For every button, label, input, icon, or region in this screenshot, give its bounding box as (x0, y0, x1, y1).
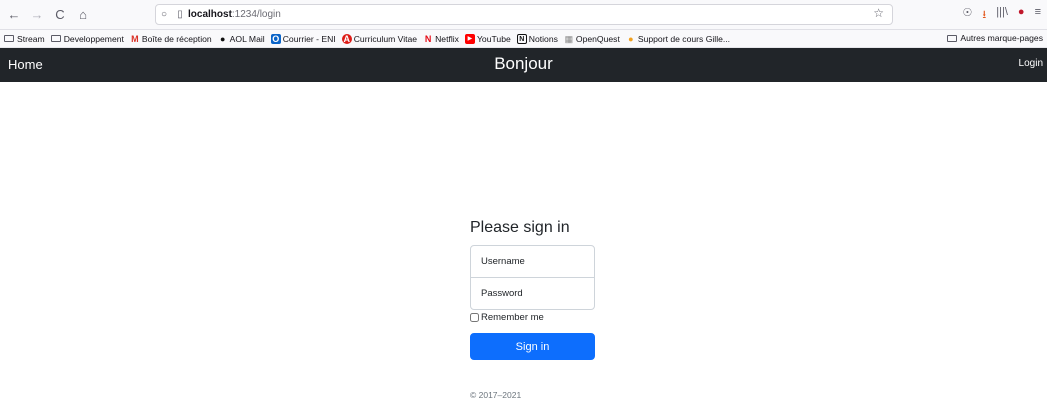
navbar-brand: Bonjour (494, 54, 553, 73)
bookmark-item[interactable]: A Curriculum Vitae (341, 33, 418, 44)
browser-toolbar: ← → C ⌂ ○ ▯ localhost:1234/login ☆ ☉ ⭳ |… (0, 0, 1047, 30)
bookmark-label: Courrier - ENI (282, 33, 336, 44)
bookmark-label: Developpement (63, 33, 124, 44)
gmail-icon: M (131, 33, 139, 44)
signin-button[interactable]: Sign in (470, 333, 595, 360)
password-input[interactable] (470, 277, 595, 310)
library-icon[interactable]: |||\ (996, 6, 1008, 25)
address-bar[interactable]: ○ ▯ localhost:1234/login ☆ (155, 4, 893, 25)
url-host: localhost (188, 9, 232, 20)
pocket-icon[interactable]: ☉ (963, 6, 973, 25)
signin-heading: Please sign in (470, 219, 570, 236)
copyright: © 2017–2021 (470, 390, 522, 400)
support-icon: ● (628, 33, 634, 44)
bookmark-item[interactable]: Developpement (50, 33, 124, 44)
folder-icon (947, 34, 958, 42)
bookmark-label: OpenQuest (575, 33, 620, 44)
bookmark-label: AOL Mail (229, 33, 265, 44)
back-icon[interactable]: ← (5, 6, 23, 24)
bookmark-label: Stream (17, 33, 45, 44)
bookmarks-bar: Stream Developpement M Boîte de réception… (0, 30, 1047, 48)
bookmark-item[interactable]: Stream (4, 34, 45, 44)
menu-icon[interactable]: ≡ (1035, 6, 1041, 25)
remember-me[interactable]: Remember me (470, 312, 595, 323)
outlook-icon: O (270, 33, 281, 44)
bookmark-item[interactable]: ▶ YouTube (464, 33, 511, 44)
forward-icon[interactable]: → (28, 6, 46, 24)
other-bookmarks-label: Autres marque-pages (960, 33, 1043, 43)
remember-label: Remember me (481, 312, 544, 323)
aol-icon: ● (219, 33, 226, 44)
bookmark-label: Notions (528, 33, 558, 44)
bookmark-star-icon[interactable]: ☆ (873, 6, 884, 20)
netflix-icon: N (424, 33, 432, 44)
signin-form: Please sign in Remember me Sign in (470, 219, 595, 360)
home-icon[interactable]: ⌂ (74, 6, 92, 24)
bookmark-item[interactable]: ▦ OpenQuest (564, 34, 620, 44)
bookmark-item[interactable]: ● AOL Mail (218, 34, 265, 44)
url-path: :1234/login (231, 9, 281, 20)
username-input[interactable] (470, 245, 595, 278)
bookmark-label: Boîte de réception (141, 33, 212, 44)
bookmark-item[interactable]: N Netflix (423, 34, 459, 44)
bookmark-item[interactable]: ● Support de cours Gille... (626, 34, 730, 44)
shield-icon[interactable]: ○ (156, 9, 172, 20)
bookmark-item[interactable]: M Boîte de réception (130, 34, 212, 44)
bookmark-label: Support de cours Gille... (637, 33, 731, 44)
youtube-icon: ▶ (464, 33, 475, 44)
remember-checkbox[interactable] (470, 313, 479, 322)
reload-icon[interactable]: C (51, 6, 69, 24)
bookmark-label: Netflix (435, 33, 459, 44)
other-bookmarks[interactable]: Autres marque-pages (947, 33, 1043, 43)
login-link[interactable]: Login (1019, 58, 1043, 69)
folder-icon (4, 35, 14, 42)
notion-icon: N (516, 33, 527, 44)
app-navbar: Home Bonjour Login (0, 48, 1047, 82)
page-icon[interactable]: ▯ (172, 9, 188, 20)
bookmark-item[interactable]: O Courrier - ENI (270, 33, 336, 44)
openquest-icon: ▦ (564, 33, 574, 44)
bookmark-item[interactable]: N Notions (516, 33, 558, 44)
folder-icon (50, 35, 61, 42)
bookmark-label: Curriculum Vitae (353, 33, 418, 44)
browser-tools: ☉ ⭳ |||\ ● ≡ (963, 6, 1041, 25)
download-icon[interactable]: ⭳ (982, 6, 986, 25)
angular-icon: A (341, 33, 352, 44)
extension-icon[interactable]: ● (1018, 6, 1025, 25)
bookmark-label: YouTube (476, 33, 511, 44)
